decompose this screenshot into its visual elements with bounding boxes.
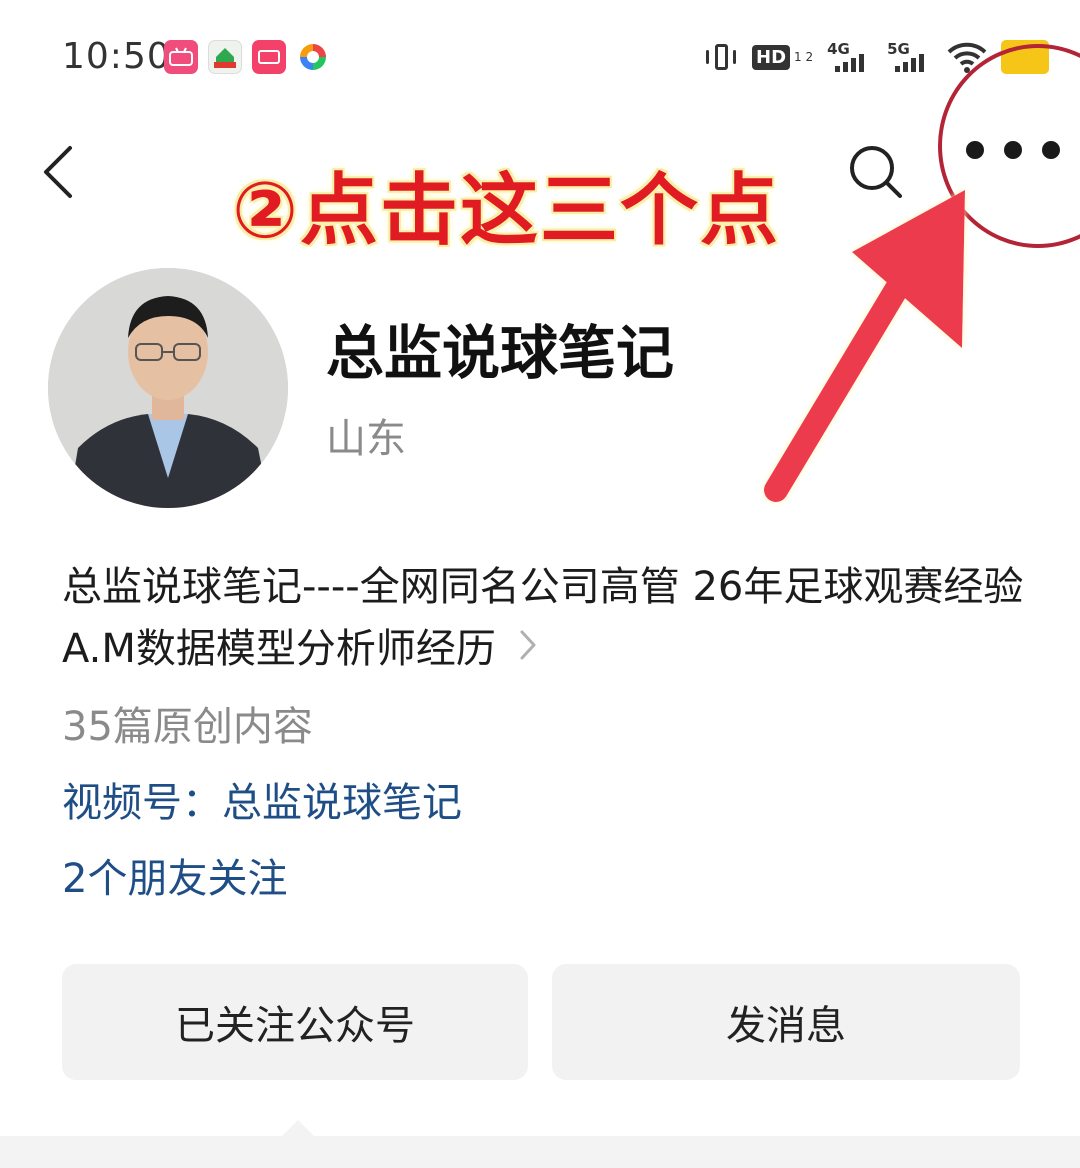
send-message-button[interactable]: 发消息 [552, 964, 1020, 1080]
bilibili-icon [164, 40, 198, 74]
content-section-divider [0, 1136, 1080, 1168]
send-message-label: 发消息 [726, 1003, 846, 1049]
followed-account-label: 已关注公众号 [175, 1003, 415, 1049]
vibrate-icon [704, 40, 738, 74]
section-pointer [282, 1120, 314, 1136]
colorful-app-icon [296, 40, 330, 74]
friends-following-link[interactable]: 2个朋友关注 [62, 846, 287, 904]
video-channel-link[interactable]: 视频号：总监说球笔记 [62, 770, 462, 828]
account-avatar[interactable] [48, 268, 288, 508]
hd-sim-index: 1 2 [794, 49, 814, 64]
wifi-icon [947, 40, 987, 74]
status-time: 10:50 [62, 36, 171, 77]
annotation-instruction: ②点击这三个点 [232, 166, 781, 256]
battery-icon [1001, 40, 1050, 74]
bio-text: 总监说球笔记----全网同名公司高管 26年足球观赛经验 A.M数据模型分析师经… [62, 564, 1024, 672]
status-bar: 10:50 HD 1 2 4G 5G [0, 0, 1080, 110]
system-status-icons: HD 1 2 4G 5G [704, 40, 1050, 74]
official-account-profile-page: 10:50 HD 1 2 4G 5G ②点击这三个点 总监说球笔记 山东 总监说… [0, 0, 1080, 1168]
search-icon[interactable] [846, 142, 906, 202]
more-icon[interactable] [960, 130, 1080, 170]
hd-icon: HD [752, 44, 791, 70]
notification-app-icons [164, 40, 330, 74]
account-name: 总监说球笔记 [326, 319, 675, 387]
followed-account-button[interactable]: 已关注公众号 [62, 964, 528, 1080]
account-location: 山东 [326, 416, 406, 462]
signal-4g-icon: 4G [827, 40, 873, 74]
home-app-icon [208, 40, 242, 74]
original-content-count[interactable]: 35篇原创内容 [62, 694, 313, 752]
signal-5g-icon: 5G [887, 40, 933, 74]
back-icon[interactable] [40, 142, 80, 202]
xiaohongshu-icon [252, 40, 286, 74]
account-bio[interactable]: 总监说球笔记----全网同名公司高管 26年足球观赛经验 A.M数据模型分析师经… [62, 556, 1042, 682]
chevron-right-icon [518, 620, 538, 682]
